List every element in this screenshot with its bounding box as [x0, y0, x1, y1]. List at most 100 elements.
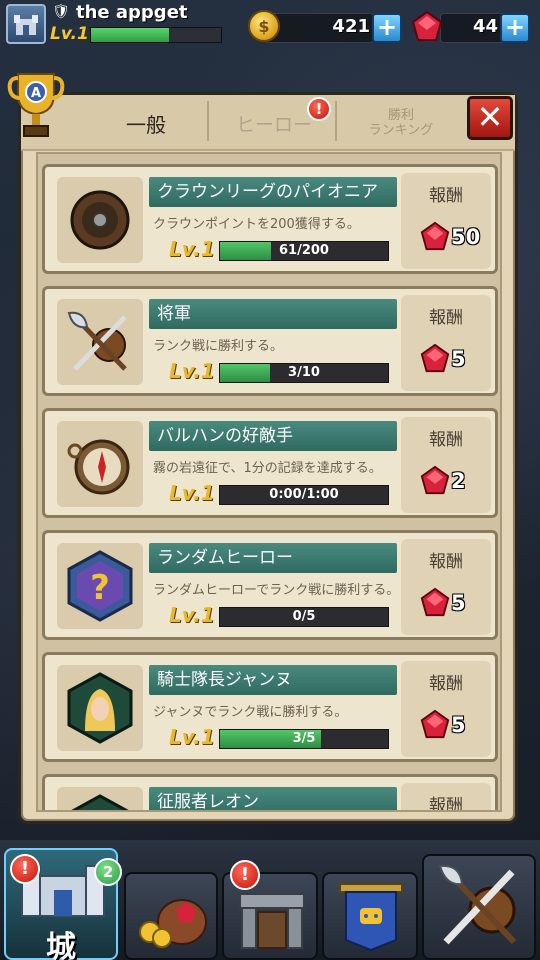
- reward-label: 報酬: [429, 552, 463, 572]
- tab-divider: [335, 101, 337, 141]
- quest-reward: 報酬: [401, 783, 491, 812]
- nav-dungeon-button[interactable]: !: [222, 860, 318, 960]
- quest-progress-bar: 3/10: [219, 363, 389, 383]
- coin-icon: $: [248, 10, 280, 42]
- treasure-bag-icon: [139, 899, 207, 948]
- quest-description: ランク戦に勝利する。: [153, 339, 284, 354]
- quest-level: Lv.1: [169, 481, 215, 505]
- quest-reward: 報酬 50: [401, 173, 491, 269]
- player-avatar[interactable]: [6, 4, 46, 44]
- trophy-icon: A: [7, 73, 65, 137]
- guild-banner-icon: [339, 883, 403, 952]
- nav-battle-button[interactable]: [422, 854, 536, 960]
- reward-label: 報酬: [429, 674, 463, 694]
- reward-label: 報酬: [429, 430, 463, 450]
- reward-amount: 5: [451, 591, 466, 615]
- quest-reward: 報酬 2: [401, 417, 491, 513]
- crossed-weapons-icon: [63, 305, 137, 383]
- svg-text:?: ?: [90, 568, 110, 608]
- quest-progress-text: 61/200: [279, 243, 329, 258]
- compass-icon: [63, 427, 137, 505]
- tab-bar: 一般 ヒーロー ! 勝利 ランキング ✕: [21, 95, 515, 151]
- quest-progress-bar: 0/5: [219, 607, 389, 627]
- reward-label: 報酬: [429, 308, 463, 328]
- gem-icon: [419, 221, 451, 257]
- battle-weapons-icon: [438, 864, 517, 945]
- quest-description: クラウンポイントを200獲得する。: [153, 217, 360, 232]
- quest-list[interactable]: クラウンリーグのパイオニアクラウンポイントを200獲得する。 Lv.1 61/200…: [36, 152, 502, 812]
- player-rank-icon: 🛡: [52, 4, 70, 20]
- castle-label: 城: [46, 930, 76, 960]
- quest-level: Lv.1: [169, 359, 215, 383]
- reward-label: 報酬: [429, 186, 463, 206]
- player-name: the appget: [76, 2, 188, 23]
- tab-ranking-line1: 勝利: [387, 108, 414, 123]
- quest-title: クラウンリーグのパイオニア: [149, 177, 397, 207]
- castle-avatar-icon: [14, 15, 38, 35]
- top-hud: 🛡 the appget Lv.1 $ 421 + 44 +: [0, 0, 540, 50]
- xp-bar: [90, 27, 222, 43]
- nav-shop-button[interactable]: [124, 872, 218, 960]
- castle-count-badge: 2: [94, 858, 122, 886]
- gem-value: 44: [472, 16, 498, 37]
- quest-title: 征服者レオン: [149, 787, 397, 810]
- quest-card[interactable]: 征服者レオン 報酬: [42, 774, 498, 812]
- reward-amount: 2: [451, 469, 466, 493]
- quest-title: バルハンの好敵手: [149, 421, 397, 451]
- reward-amount: 5: [451, 713, 466, 737]
- shield-icon: [63, 183, 137, 261]
- tab-general[interactable]: 一般: [81, 95, 211, 151]
- quest-reward: 報酬 5: [401, 661, 491, 757]
- add-gems-button[interactable]: +: [500, 13, 530, 43]
- hero-tab-alert-badge: !: [307, 97, 331, 121]
- quest-progress-bar: 0:00/1:00: [219, 485, 389, 505]
- quest-icon-frame: [57, 665, 143, 751]
- reward-amount: 5: [451, 347, 466, 371]
- quest-progress-text: 3/10: [288, 365, 320, 380]
- gem-icon: [411, 10, 443, 41]
- quest-card[interactable]: クラウンリーグのパイオニア クラウンポイントを200獲得する。 Lv.1 61/200…: [42, 164, 498, 274]
- coin-value: 421: [332, 16, 370, 37]
- quest-icon-frame: ?: [57, 543, 143, 629]
- player-level: Lv.1: [50, 24, 89, 44]
- close-button[interactable]: ✕: [467, 96, 513, 140]
- quest-card[interactable]: バルハンの好敵手霧の岩遠征で、1分の記録を達成する。 Lv.1 0:00/1:00 報…: [42, 408, 498, 518]
- quest-description: ジャンヌでランク戦に勝利する。: [153, 705, 348, 720]
- question-mark-icon: ?: [63, 549, 137, 627]
- gem-icon: [419, 465, 451, 501]
- quest-progress-text: 3/5: [292, 731, 316, 746]
- add-coins-button[interactable]: +: [372, 13, 402, 43]
- quest-level: Lv.1: [169, 725, 215, 749]
- castle-alert-badge: !: [10, 854, 40, 884]
- quest-description: ランダムヒーローでランク戦に勝利する。: [153, 583, 400, 598]
- quest-title: ランダムヒーロー: [149, 543, 397, 573]
- quest-card[interactable]: ? ランダムヒーロー ランダムヒーローでランク戦に勝利する。 Lv.1 0/5 報酬 5: [42, 530, 498, 640]
- gem-icon: [419, 343, 451, 379]
- quest-card[interactable]: 騎士隊長ジャンヌジャンヌでランク戦に勝利する。 Lv.1 3/5 報酬 5: [42, 652, 498, 762]
- quest-icon-frame: [57, 177, 143, 263]
- quest-card[interactable]: 将軍ランク戦に勝利する。 Lv.1 3/10 報酬 5: [42, 286, 498, 396]
- hero-portrait-icon: [63, 671, 137, 749]
- quest-progress-text: 0:00/1:00: [269, 487, 339, 502]
- reward-label: 報酬: [429, 796, 463, 812]
- quest-description: 霧の岩遠征で、1分の記録を達成する。: [153, 461, 382, 476]
- quest-icon-frame: [57, 787, 143, 810]
- quest-icon-frame: [57, 421, 143, 507]
- quest-title: 騎士隊長ジャンヌ: [149, 665, 397, 695]
- quest-progress-text: 0/5: [292, 609, 316, 624]
- nav-guild-button[interactable]: [322, 872, 418, 960]
- stone-gate-icon: [239, 893, 305, 949]
- hero-portrait-icon: [63, 793, 137, 810]
- bottom-nav: 城 ! 2 !: [0, 840, 540, 960]
- nav-castle-button[interactable]: 城 ! 2: [4, 848, 122, 960]
- quest-reward: 報酬 5: [401, 539, 491, 635]
- quest-progress-bar: 61/200: [219, 241, 389, 261]
- tab-ranking-line2: ランキング: [368, 123, 434, 138]
- dungeon-alert-badge: !: [230, 860, 260, 890]
- reward-amount: 50: [451, 225, 481, 249]
- quest-reward: 報酬 5: [401, 295, 491, 391]
- svg-text:A: A: [31, 86, 41, 101]
- tab-ranking[interactable]: 勝利 ランキング: [341, 95, 461, 151]
- quest-title: 将軍: [149, 299, 397, 329]
- xp-bar-fill: [91, 28, 169, 42]
